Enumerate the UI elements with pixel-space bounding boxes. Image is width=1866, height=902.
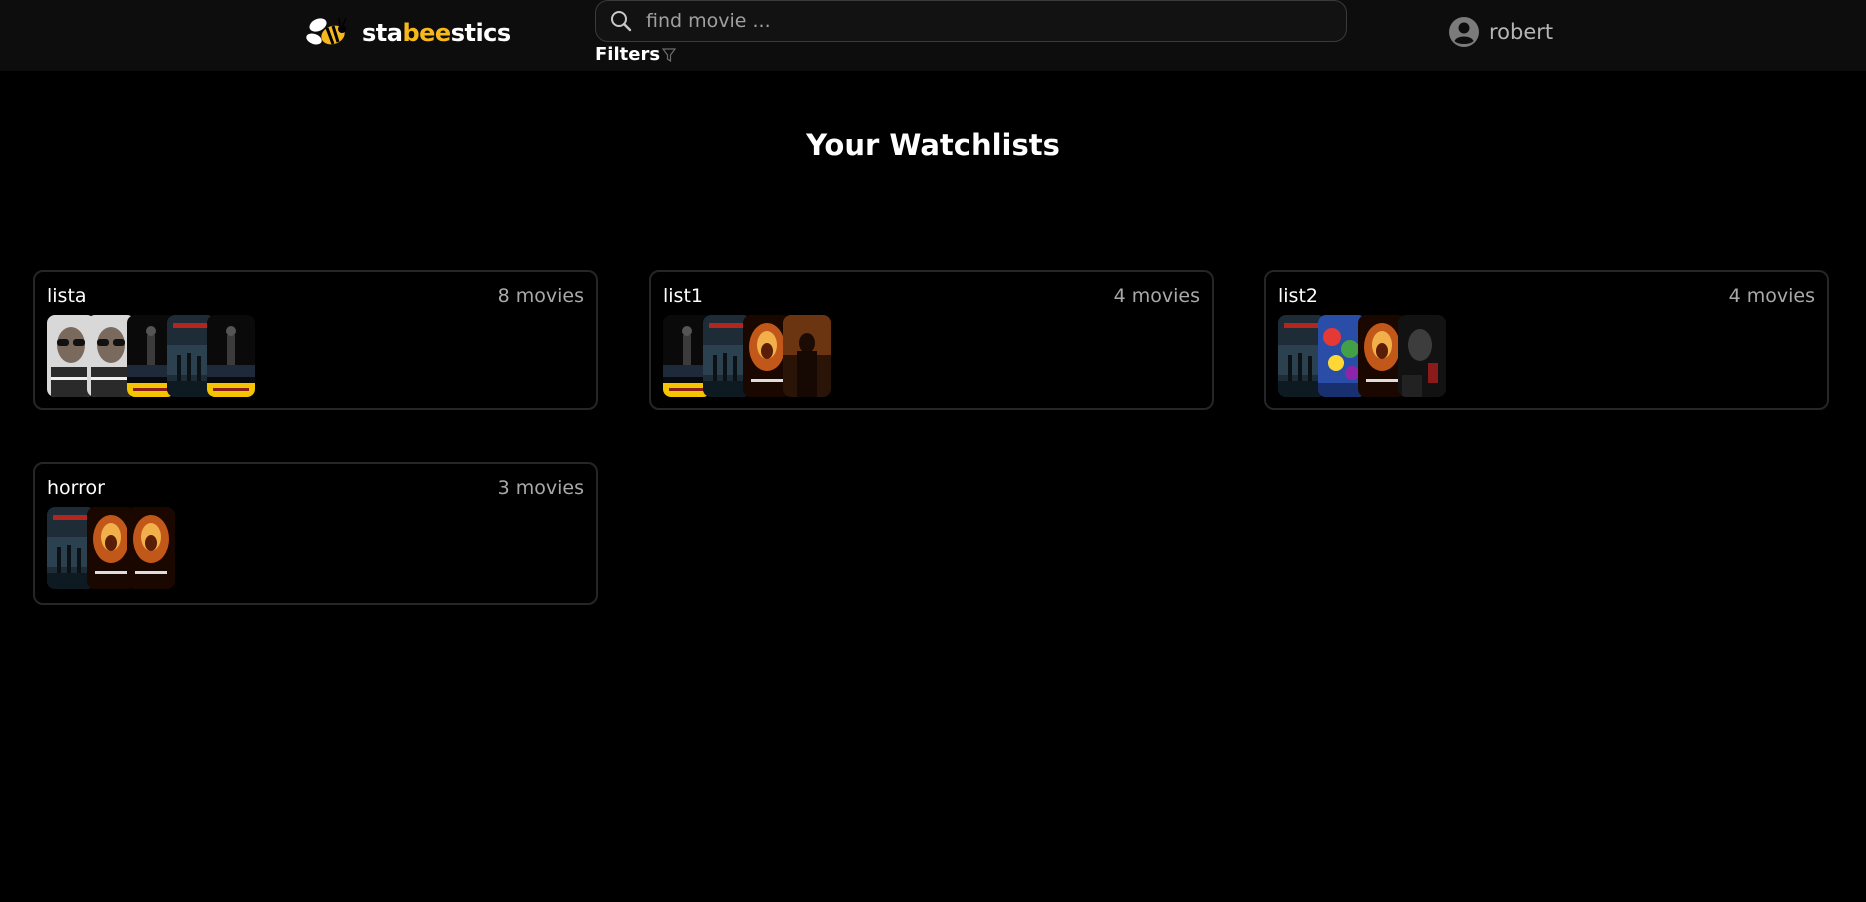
search-bar bbox=[595, 0, 1347, 42]
logo[interactable]: stabeestics bbox=[306, 10, 511, 56]
page-title: Your Watchlists bbox=[806, 128, 1060, 162]
filters-button[interactable]: Filters bbox=[595, 44, 677, 65]
brand-part-2: bee bbox=[402, 19, 451, 47]
movie-poster-dark-figure bbox=[783, 315, 831, 397]
watchlist-name: list2 bbox=[1278, 285, 1318, 307]
brand-part-1: sta bbox=[362, 19, 403, 47]
watchlist-card[interactable]: lista 8 movies bbox=[33, 270, 598, 410]
watchlist-name: list1 bbox=[663, 285, 703, 307]
username: robert bbox=[1489, 20, 1554, 44]
funnel-icon bbox=[662, 47, 677, 62]
filters-label: Filters bbox=[595, 44, 661, 65]
watchlist-movie-count: 8 movies bbox=[497, 285, 584, 307]
search-input[interactable] bbox=[644, 9, 1346, 33]
watchlist-name: horror bbox=[47, 477, 105, 499]
watchlist-movie-count: 4 movies bbox=[1728, 285, 1815, 307]
movie-poster-taxi-driver bbox=[207, 315, 255, 397]
movie-poster-fire bbox=[127, 507, 175, 589]
user-avatar-icon bbox=[1449, 17, 1479, 47]
brand-name: stabeestics bbox=[362, 19, 511, 47]
watchlist-name: lista bbox=[47, 285, 87, 307]
movie-poster-dark-face bbox=[1398, 315, 1446, 397]
brand-part-3: stics bbox=[450, 19, 512, 47]
watchlist-card[interactable]: horror 3 movies bbox=[33, 462, 598, 605]
watchlist-card[interactable]: list1 4 movies bbox=[649, 270, 1214, 410]
top-navigation-bar: stabeestics Filters robert bbox=[0, 0, 1866, 71]
user-menu[interactable]: robert bbox=[1449, 17, 1553, 47]
watchlist-movie-count: 3 movies bbox=[497, 477, 584, 499]
bee-icon bbox=[306, 17, 347, 45]
watchlist-movie-count: 4 movies bbox=[1113, 285, 1200, 307]
watchlist-card[interactable]: list2 4 movies bbox=[1264, 270, 1829, 410]
search-icon bbox=[611, 11, 632, 32]
